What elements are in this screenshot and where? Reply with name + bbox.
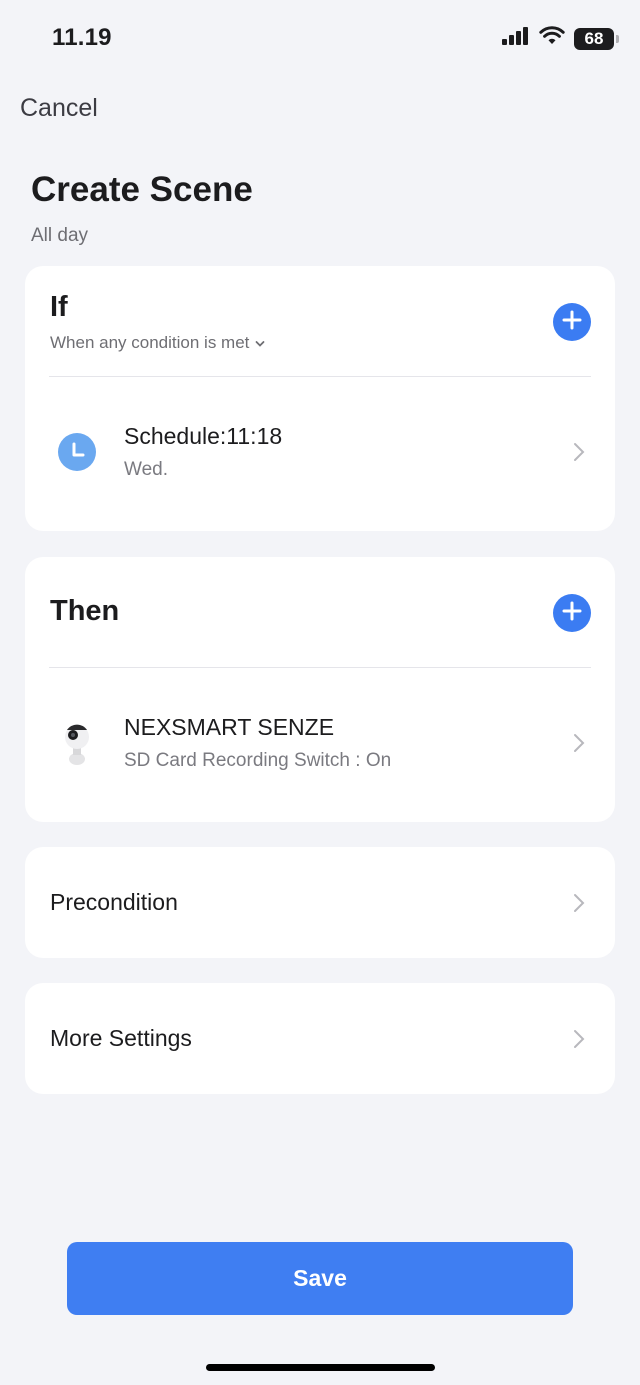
- create-scene-screen: 11.19 68 Cancel Create Scene All day If: [0, 0, 640, 1385]
- status-time: 11.19: [52, 24, 112, 51]
- battery-level: 68: [584, 28, 604, 48]
- chevron-right-icon: [573, 893, 585, 918]
- plus-icon: [562, 310, 582, 335]
- add-condition-button[interactable]: [553, 303, 591, 341]
- save-button[interactable]: Save: [67, 1242, 573, 1315]
- chevron-right-icon: [573, 733, 585, 758]
- signal-icon: [502, 27, 530, 50]
- condition-subtitle: Wed.: [124, 459, 169, 480]
- cancel-button[interactable]: Cancel: [20, 94, 98, 123]
- then-card: Then NEXSMART SENZE SD Card Recording Sw…: [25, 557, 615, 822]
- condition-title: Schedule:11:18: [124, 423, 283, 449]
- scene-time-range: All day: [31, 225, 89, 246]
- plus-icon: [562, 601, 582, 626]
- action-title: NEXSMART SENZE: [124, 714, 335, 740]
- chevron-right-icon: [573, 442, 585, 467]
- action-item[interactable]: NEXSMART SENZE SD Card Recording Switch …: [25, 668, 615, 822]
- add-action-button[interactable]: [553, 594, 591, 632]
- action-subtitle: SD Card Recording Switch : On: [124, 750, 392, 771]
- condition-item[interactable]: Schedule:11:18 Wed.: [25, 377, 615, 531]
- more-settings-label: More Settings: [50, 1025, 192, 1051]
- if-title: If: [50, 291, 68, 323]
- precondition-label: Precondition: [50, 889, 178, 915]
- more-settings-row[interactable]: More Settings: [25, 983, 615, 1094]
- chevron-right-icon: [573, 1029, 585, 1054]
- condition-mode-label: When any condition is met: [50, 333, 250, 352]
- home-indicator: [206, 1364, 435, 1371]
- page-title: Create Scene: [31, 170, 253, 209]
- chevron-down-icon: [255, 333, 265, 353]
- battery-icon: 68: [574, 27, 619, 50]
- camera-icon: [63, 722, 93, 771]
- status-icons: 68: [502, 26, 619, 51]
- if-card: If When any condition is met Schedule:11…: [25, 266, 615, 531]
- wifi-icon: [539, 26, 565, 51]
- precondition-row[interactable]: Precondition: [25, 847, 615, 958]
- condition-mode-dropdown[interactable]: When any condition is met: [50, 333, 265, 353]
- clock-icon: [57, 432, 97, 477]
- then-title: Then: [50, 595, 120, 627]
